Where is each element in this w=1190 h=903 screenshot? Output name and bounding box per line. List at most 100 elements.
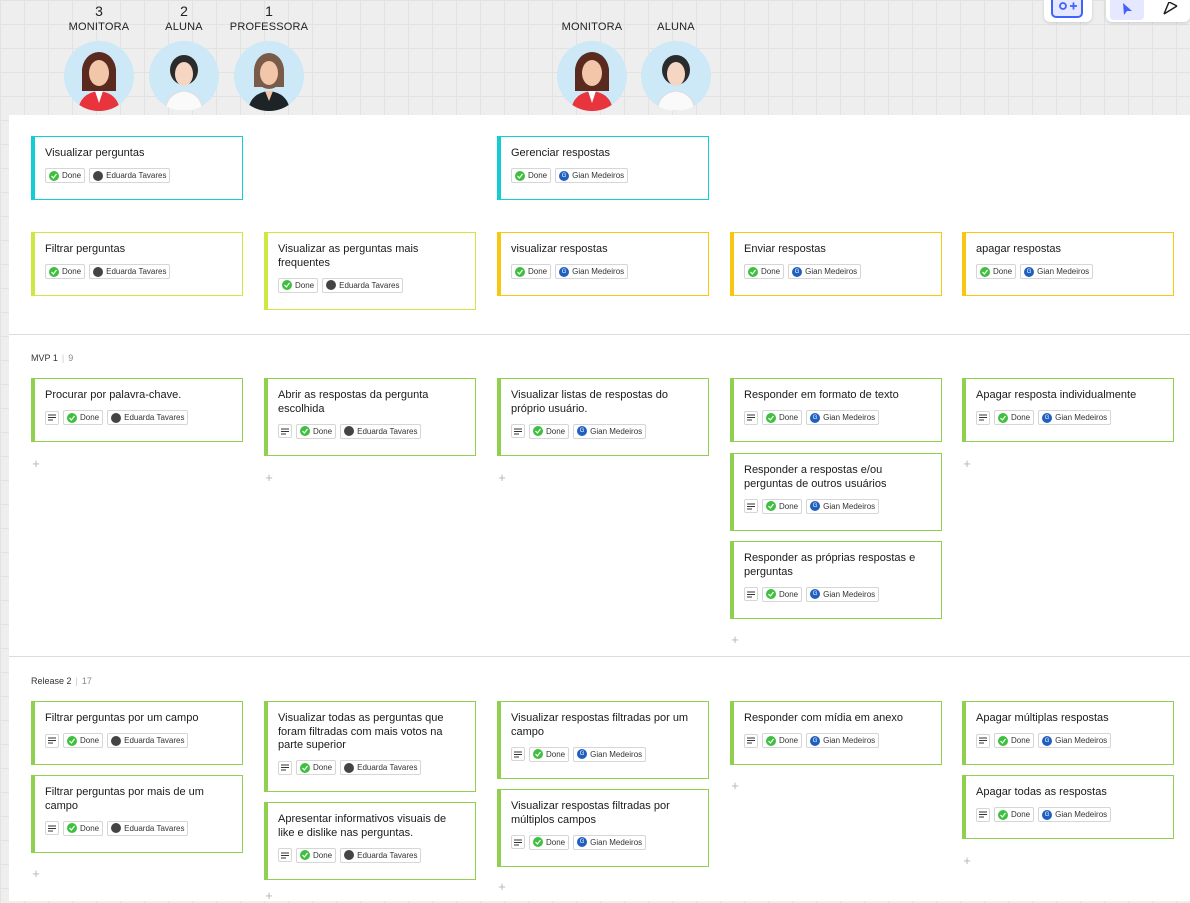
persona-monitora[interactable]: 3 MONITORA xyxy=(54,3,144,111)
story-card[interactable]: Responder com mídia em anexo Done G Gian … xyxy=(730,701,942,765)
task-card[interactable]: Visualizar as perguntas mais frequentes … xyxy=(264,232,476,310)
add-card-button[interactable]: + xyxy=(497,471,507,484)
assignee-badge[interactable]: G Gian Medeiros xyxy=(573,746,647,762)
status-badge[interactable]: Done xyxy=(529,746,570,762)
description-icon[interactable] xyxy=(278,848,292,862)
status-badge[interactable]: Done xyxy=(511,168,552,183)
assignee-badge[interactable]: Eduarda Tavares xyxy=(340,423,422,439)
story-card[interactable]: Responder as próprias respostas e pergun… xyxy=(730,541,942,619)
status-badge[interactable]: Done xyxy=(296,423,337,439)
story-card[interactable]: Responder em formato de texto Done G Gian… xyxy=(730,378,942,442)
story-card[interactable]: Apresentar informativos visuais de like … xyxy=(264,802,476,880)
status-badge[interactable]: Done xyxy=(63,410,104,425)
description-icon[interactable] xyxy=(744,587,758,601)
activity-card[interactable]: Visualizar perguntas Done Eduarda Tavare… xyxy=(31,136,243,200)
add-member-button[interactable] xyxy=(1050,0,1084,20)
story-card[interactable]: Procurar por palavra-chave. Done Eduarda… xyxy=(31,378,243,442)
story-card[interactable]: Filtrar perguntas por um campo Done Edua… xyxy=(31,701,243,765)
persona-aluna[interactable]: ALUNA xyxy=(631,3,721,111)
status-badge[interactable]: Done xyxy=(45,264,86,279)
description-icon[interactable] xyxy=(511,835,525,849)
story-card[interactable]: Apagar resposta individualmente Done G Gi… xyxy=(962,378,1174,442)
activity-card[interactable]: Gerenciar respostas Done G Gian Medeiros xyxy=(497,136,709,200)
description-icon[interactable] xyxy=(976,807,990,822)
status-badge[interactable]: Done xyxy=(762,586,803,602)
status-badge[interactable]: Done xyxy=(762,410,803,425)
add-card-button[interactable]: + xyxy=(264,889,274,902)
add-card-button[interactable]: + xyxy=(962,457,972,470)
description-icon[interactable] xyxy=(744,410,758,425)
story-card[interactable]: Apagar todas as respostas Done G Gian Med… xyxy=(962,775,1174,839)
story-card[interactable]: Visualizar respostas filtradas por um ca… xyxy=(497,701,709,779)
add-card-button[interactable]: + xyxy=(962,854,972,867)
status-badge[interactable]: Done xyxy=(994,733,1035,748)
task-card[interactable]: Enviar respostas Done G Gian Medeiros xyxy=(730,232,942,296)
description-icon[interactable] xyxy=(976,733,990,748)
status-badge[interactable]: Done xyxy=(296,847,337,863)
description-icon[interactable] xyxy=(744,499,758,513)
story-card[interactable]: Apagar múltiplas respostas Done G Gian Me… xyxy=(962,701,1174,765)
assignee-badge[interactable]: Eduarda Tavares xyxy=(322,277,404,293)
status-badge[interactable]: Done xyxy=(278,277,319,293)
description-icon[interactable] xyxy=(976,410,990,425)
assignee-badge[interactable]: G Gian Medeiros xyxy=(806,410,880,425)
description-icon[interactable] xyxy=(45,410,59,425)
lane-label-release2[interactable]: Release 2 | 17 xyxy=(31,676,92,686)
assignee-badge[interactable]: Eduarda Tavares xyxy=(89,264,171,279)
assignee-badge[interactable]: Eduarda Tavares xyxy=(107,733,189,748)
select-tool-button[interactable] xyxy=(1110,0,1144,20)
persona-aluna[interactable]: 2 ALUNA xyxy=(139,3,229,111)
status-badge[interactable]: Done xyxy=(63,733,104,748)
assignee-badge[interactable]: Eduarda Tavares xyxy=(89,168,171,183)
description-icon[interactable] xyxy=(278,760,292,775)
story-card[interactable]: Abrir as respostas da pergunta escolhida… xyxy=(264,378,476,456)
lane-label-mvp1[interactable]: MVP 1 | 9 xyxy=(31,353,73,363)
assignee-badge[interactable]: G Gian Medeiros xyxy=(573,834,647,850)
add-card-button[interactable]: + xyxy=(497,880,507,893)
add-card-button[interactable]: + xyxy=(31,867,41,880)
status-badge[interactable]: Done xyxy=(63,820,104,836)
assignee-badge[interactable]: G Gian Medeiros xyxy=(555,264,629,279)
description-icon[interactable] xyxy=(511,424,525,438)
status-badge[interactable]: Done xyxy=(762,733,803,748)
status-badge[interactable]: Done xyxy=(976,264,1017,279)
description-icon[interactable] xyxy=(45,821,59,835)
status-badge[interactable]: Done xyxy=(994,410,1035,425)
story-card[interactable]: Visualizar todas as perguntas que foram … xyxy=(264,701,476,792)
story-card[interactable]: Filtrar perguntas por mais de um campo D… xyxy=(31,775,243,853)
persona-professora[interactable]: 1 PROFESSORA xyxy=(224,3,314,111)
assignee-badge[interactable]: G Gian Medeiros xyxy=(1020,264,1094,279)
assignee-badge[interactable]: Eduarda Tavares xyxy=(107,820,189,836)
assignee-badge[interactable]: Eduarda Tavares xyxy=(340,760,422,775)
description-icon[interactable] xyxy=(511,747,525,761)
description-icon[interactable] xyxy=(278,424,292,438)
assignee-badge[interactable]: G Gian Medeiros xyxy=(1038,807,1112,822)
assignee-badge[interactable]: Eduarda Tavares xyxy=(340,847,422,863)
story-card[interactable]: Responder a respostas e/ou perguntas de … xyxy=(730,453,942,531)
status-badge[interactable]: Done xyxy=(529,423,570,439)
task-card[interactable]: Filtrar perguntas Done Eduarda Tavares xyxy=(31,232,243,296)
assignee-badge[interactable]: G Gian Medeiros xyxy=(573,423,647,439)
description-icon[interactable] xyxy=(744,733,758,748)
status-badge[interactable]: Done xyxy=(994,807,1035,822)
task-card[interactable]: visualizar respostas Done G Gian Medeiros xyxy=(497,232,709,296)
status-badge[interactable]: Done xyxy=(296,760,337,775)
persona-monitora[interactable]: MONITORA xyxy=(547,3,637,111)
status-badge[interactable]: Done xyxy=(529,834,570,850)
story-card[interactable]: Visualizar respostas filtradas por múlti… xyxy=(497,789,709,867)
description-icon[interactable] xyxy=(45,733,59,748)
status-badge[interactable]: Done xyxy=(511,264,552,279)
add-card-button[interactable]: + xyxy=(730,779,740,792)
status-badge[interactable]: Done xyxy=(45,168,86,183)
assignee-badge[interactable]: Eduarda Tavares xyxy=(107,410,189,425)
add-card-button[interactable]: + xyxy=(730,633,740,646)
assignee-badge[interactable]: G Gian Medeiros xyxy=(806,733,880,748)
assignee-badge[interactable]: G Gian Medeiros xyxy=(555,168,629,183)
status-badge[interactable]: Done xyxy=(762,498,803,514)
pen-tool-button[interactable] xyxy=(1154,0,1188,20)
assignee-badge[interactable]: G Gian Medeiros xyxy=(806,498,880,514)
assignee-badge[interactable]: G Gian Medeiros xyxy=(806,586,880,602)
status-badge[interactable]: Done xyxy=(744,264,785,279)
story-card[interactable]: Visualizar listas de respostas do própri… xyxy=(497,378,709,456)
task-card[interactable]: apagar respostas Done G Gian Medeiros xyxy=(962,232,1174,296)
